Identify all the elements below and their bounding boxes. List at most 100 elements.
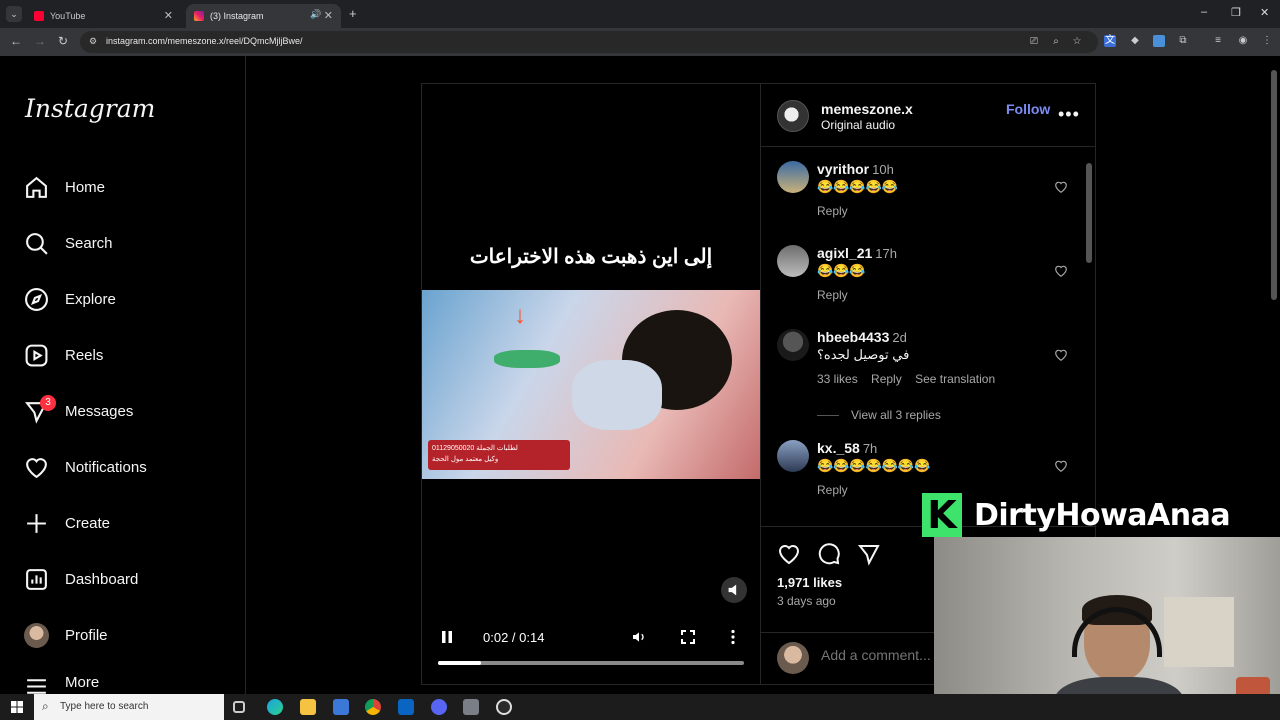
file-explorer-icon[interactable] xyxy=(300,699,316,715)
avatar[interactable] xyxy=(777,161,809,193)
taskbar-search[interactable]: ⌕ Type here to search xyxy=(34,694,224,720)
extension-translate-icon[interactable]: 文 xyxy=(1104,35,1116,47)
webcam-shelf xyxy=(1164,597,1234,667)
comment-username[interactable]: hbeeb4433 xyxy=(817,329,889,345)
comment-like-heart-icon[interactable] xyxy=(1054,264,1068,278)
follow-button[interactable]: Follow xyxy=(1006,101,1050,117)
windows-start-icon[interactable] xyxy=(11,701,23,713)
sidebar-item-more[interactable]: More xyxy=(24,674,99,694)
like-heart-icon[interactable] xyxy=(777,542,801,566)
back-button[interactable]: ← xyxy=(10,34,22,48)
avatar[interactable] xyxy=(777,440,809,472)
outlook-icon[interactable] xyxy=(398,699,414,715)
author-avatar[interactable] xyxy=(777,100,809,132)
discord-icon[interactable] xyxy=(431,699,447,715)
bookmark-star-icon[interactable]: ☆ xyxy=(1071,36,1083,48)
store-icon[interactable] xyxy=(333,699,349,715)
sidebar-item-explore[interactable]: Explore xyxy=(24,282,116,316)
ad-text-line1: لطلبات الجملة 01129050020 xyxy=(432,445,518,452)
compass-icon xyxy=(25,287,48,311)
video-frame[interactable]: ↓ لطلبات الجملة 01129050020 وكيل معتمد م… xyxy=(422,290,760,479)
comment-like-heart-icon[interactable] xyxy=(1054,459,1068,473)
tab-youtube[interactable]: YouTube ✕ xyxy=(26,4,181,28)
sidebar-item-dashboard[interactable]: Dashboard xyxy=(24,562,138,596)
zoom-icon[interactable]: ⌕ xyxy=(1050,36,1062,48)
new-tab-button[interactable]: + xyxy=(349,6,357,21)
sidebar-item-reels[interactable]: Reels xyxy=(24,338,103,372)
media-controls-icon[interactable]: ≡ xyxy=(1212,35,1224,47)
desktop-app-icon[interactable] xyxy=(463,699,479,715)
plus-icon xyxy=(27,513,46,533)
instagram-logo[interactable]: Instagram xyxy=(25,94,155,123)
sidebar-item-label: Reels xyxy=(65,346,104,364)
browser-menu-icon[interactable]: ⋮ xyxy=(1261,35,1273,47)
sidebar-item-messages[interactable]: 3 Messages xyxy=(24,394,133,428)
author-username[interactable]: memeszone.x xyxy=(821,101,913,117)
volume-icon[interactable] xyxy=(631,629,647,645)
close-tab-icon[interactable]: ✕ xyxy=(164,9,173,22)
sidebar-item-label: Messages xyxy=(65,402,134,420)
mute-button[interactable] xyxy=(721,577,747,603)
task-view-icon[interactable] xyxy=(233,701,245,713)
comment-likes[interactable]: 33 likes xyxy=(817,372,858,386)
window-close-button[interactable]: ✕ xyxy=(1260,6,1269,19)
comment-username[interactable]: agixl_21 xyxy=(817,245,872,261)
comment-text: 😂😂😂 xyxy=(817,263,866,278)
avatar[interactable] xyxy=(777,329,809,361)
close-tab-icon[interactable]: ✕ xyxy=(324,9,333,22)
audio-label[interactable]: Original audio xyxy=(821,118,895,132)
video-green-patch xyxy=(494,350,560,368)
video-player[interactable]: إلى اين ذهبت هذه الاختراعات ↓ لطلبات الج… xyxy=(422,84,760,684)
comment-like-heart-icon[interactable] xyxy=(1054,348,1068,362)
see-translation-button[interactable]: See translation xyxy=(915,372,995,386)
view-replies-button[interactable]: View all 3 replies xyxy=(817,408,941,422)
scrollbar-thumb[interactable] xyxy=(1086,163,1092,263)
install-app-icon[interactable]: ⎚ xyxy=(1028,36,1040,48)
tab-search-dropdown[interactable]: ⌄ xyxy=(6,6,22,22)
sidebar-item-notifications[interactable]: Notifications xyxy=(24,450,147,484)
extensions-puzzle-icon[interactable]: ⧉ xyxy=(1177,35,1189,47)
ad-label: لطلبات الجملة 01129050020 وكيل معتمد مول… xyxy=(428,440,570,470)
sidebar-item-label: Search xyxy=(65,234,113,252)
maximize-button[interactable]: ❐ xyxy=(1231,6,1241,19)
reply-button[interactable]: Reply xyxy=(871,372,902,386)
sidebar-item-home[interactable]: Home xyxy=(24,170,105,204)
video-progress-bar[interactable] xyxy=(438,661,744,665)
chrome-icon[interactable] xyxy=(365,699,381,715)
sidebar-item-profile[interactable]: Profile xyxy=(24,618,108,652)
sidebar-item-search[interactable]: Search xyxy=(24,226,113,260)
profile-icon[interactable]: ◉ xyxy=(1237,35,1249,47)
obs-icon[interactable] xyxy=(496,699,512,715)
comment-username[interactable]: vyrithor xyxy=(817,161,869,177)
reply-button[interactable]: Reply xyxy=(817,288,848,302)
comments-scrollbar[interactable] xyxy=(1086,157,1092,517)
pause-icon[interactable] xyxy=(440,630,454,644)
url-text[interactable]: instagram.com/memeszone.x/reel/DQmcMjljB… xyxy=(106,36,303,46)
fullscreen-icon[interactable] xyxy=(681,630,695,644)
sidebar-item-create[interactable]: Create xyxy=(24,506,110,540)
page-scrollbar-thumb[interactable] xyxy=(1271,70,1277,300)
tab-instagram[interactable]: (3) Instagram 🔊 ✕ xyxy=(186,4,341,28)
extension-diamond-icon[interactable]: ◆ xyxy=(1129,35,1141,47)
forward-button[interactable]: → xyxy=(34,34,46,48)
audio-playing-icon[interactable]: 🔊 xyxy=(310,9,321,20)
minimize-button[interactable]: – xyxy=(1201,6,1207,18)
comment-bubble-icon[interactable] xyxy=(817,542,841,566)
reply-button[interactable]: Reply xyxy=(817,204,848,218)
more-options-icon[interactable] xyxy=(726,629,740,645)
post-more-options-icon[interactable]: ••• xyxy=(1058,104,1080,125)
reply-button[interactable]: Reply xyxy=(817,483,848,497)
extension-blue-icon[interactable] xyxy=(1153,35,1165,47)
dashboard-icon xyxy=(26,568,47,590)
likes-count[interactable]: 1,971 likes xyxy=(777,575,842,590)
address-bar[interactable]: ⚙ instagram.com/memeszone.x/reel/DQmcMjl… xyxy=(80,31,1098,53)
edge-icon[interactable] xyxy=(267,699,283,715)
avatar[interactable] xyxy=(777,245,809,277)
share-send-icon[interactable] xyxy=(857,542,881,566)
reels-icon xyxy=(25,344,48,366)
reload-button[interactable]: ↻ xyxy=(58,34,68,48)
site-info-icon[interactable]: ⚙ xyxy=(89,36,97,47)
comment-like-heart-icon[interactable] xyxy=(1054,180,1068,194)
unread-badge: 3 xyxy=(40,394,56,411)
comment-username[interactable]: kx._58 xyxy=(817,440,860,456)
